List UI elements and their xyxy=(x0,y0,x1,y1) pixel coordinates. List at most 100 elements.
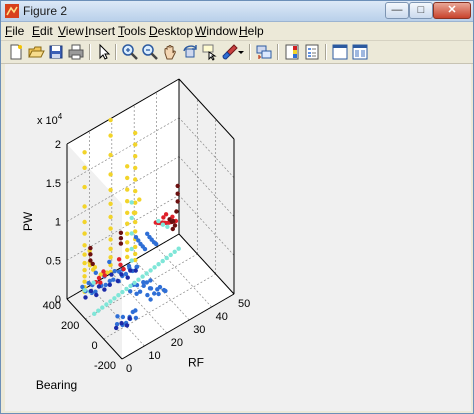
data-point-darkred xyxy=(175,199,180,204)
data-point-darkred xyxy=(174,209,179,214)
data-point-blue xyxy=(163,288,168,294)
data-point-yellow xyxy=(82,260,87,266)
data-point-yellow xyxy=(82,274,87,279)
data-point-cyan xyxy=(129,200,134,205)
data-point-yellow xyxy=(133,130,138,136)
x-tick-label: 30 xyxy=(193,324,205,336)
x-tick-label: 40 xyxy=(216,311,228,323)
data-point-cyan xyxy=(156,262,161,267)
data-point-navy xyxy=(109,272,114,277)
data-point-cyan xyxy=(91,280,96,285)
figure-canvas[interactable]: 0 10 20 30 40 50 -200 0 200 400 0 0.5 1 1.5 2 x 104 PW… xyxy=(5,64,471,411)
data-point-yellow xyxy=(125,221,130,226)
data-point-blue xyxy=(148,297,153,302)
data-point-blue xyxy=(154,241,159,247)
close-button[interactable]: ✕ xyxy=(433,2,471,19)
select-arrow-icon[interactable] xyxy=(95,43,113,61)
data-point-red xyxy=(121,266,126,272)
data-point-navy xyxy=(94,292,99,298)
data-point-blue xyxy=(142,246,148,252)
link-plot-icon[interactable] xyxy=(255,43,273,61)
menu-tools[interactable]: Tools xyxy=(118,24,146,38)
data-cursor-icon[interactable] xyxy=(201,43,219,61)
data-point-yellow xyxy=(108,133,113,138)
data-point-yellow xyxy=(82,184,87,190)
data-point-yellow xyxy=(108,172,113,177)
pan-icon[interactable] xyxy=(161,43,179,61)
box-edge xyxy=(178,78,235,140)
minimize-button[interactable]: — xyxy=(385,2,409,19)
menu-window[interactable]: Window xyxy=(195,24,238,38)
data-point-cyan xyxy=(129,215,134,221)
data-point-cyan xyxy=(172,249,177,254)
y-tick-label: -200 xyxy=(94,360,116,372)
data-point-yellow xyxy=(137,197,142,202)
y-tick-label: 0 xyxy=(92,340,98,352)
x-tick-label: 20 xyxy=(171,337,183,349)
data-point-yellow xyxy=(82,219,87,225)
z-tick-label: 1 xyxy=(55,217,61,229)
data-point-blue xyxy=(93,270,99,275)
menu-desktop[interactable]: Desktop xyxy=(149,24,193,38)
data-point-cyan xyxy=(168,252,173,258)
data-point-cyan xyxy=(120,289,125,295)
zoom-out-icon[interactable] xyxy=(141,43,159,61)
title-bar[interactable]: Figure 2 — □ ✕ xyxy=(1,1,473,22)
data-point-darkred xyxy=(90,261,95,267)
data-point-red xyxy=(98,280,103,285)
data-point-cyan xyxy=(100,305,105,310)
data-point-yellow xyxy=(125,210,130,215)
z-exponent-label: x 104 xyxy=(37,112,63,127)
menu-edit[interactable]: Edit xyxy=(32,24,53,38)
data-point-cyan xyxy=(104,302,109,307)
matlab-figure-icon xyxy=(5,4,19,18)
data-point-yellow xyxy=(133,154,138,159)
menu-file[interactable]: File xyxy=(5,24,24,38)
data-point-blue xyxy=(128,289,133,294)
legend-icon[interactable] xyxy=(303,43,321,61)
open-file-icon[interactable] xyxy=(27,43,45,61)
data-point-cyan xyxy=(140,274,145,279)
menu-help[interactable]: Help xyxy=(239,24,264,38)
data-point-cyan xyxy=(176,246,181,251)
data-point-darkred xyxy=(118,230,124,235)
data-point-cyan xyxy=(116,293,121,298)
zoom-in-icon[interactable] xyxy=(121,43,139,61)
data-point-navy xyxy=(119,321,124,326)
print-icon[interactable] xyxy=(67,43,85,61)
data-point-yellow xyxy=(108,237,113,242)
colorbar-icon[interactable] xyxy=(283,43,301,61)
rotate-3d-icon[interactable] xyxy=(181,43,199,61)
show-plot-tools-icon[interactable] xyxy=(351,43,369,61)
data-point-blue xyxy=(137,289,143,294)
scatter3-axes[interactable]: 01020304050-200020040000.511.52 x 104 PW… xyxy=(5,64,471,411)
hide-plot-tools-icon[interactable] xyxy=(331,43,349,61)
data-point-cyan xyxy=(136,277,141,282)
data-point-red xyxy=(101,269,106,274)
y-axis-label: Bearing xyxy=(36,378,77,392)
data-point-cyan xyxy=(165,224,170,229)
save-icon[interactable] xyxy=(47,43,65,61)
z-tick-label: 0 xyxy=(55,294,61,306)
data-point-yellow xyxy=(108,187,113,193)
menu-insert[interactable]: Insert xyxy=(85,24,115,38)
data-point-darkred xyxy=(88,245,93,251)
data-point-navy xyxy=(96,284,102,289)
x-tick-label: 10 xyxy=(148,350,160,362)
new-figure-icon[interactable] xyxy=(7,43,25,61)
data-point-navy xyxy=(127,316,132,321)
data-point-darkred xyxy=(88,252,93,257)
data-point-yellow xyxy=(108,201,113,206)
axes-grid xyxy=(66,78,235,360)
menu-view[interactable]: View xyxy=(58,24,84,38)
maximize-button[interactable]: □ xyxy=(409,2,433,19)
data-point-cyan xyxy=(132,280,137,285)
z-tick-label: 2 xyxy=(55,139,61,151)
data-point-cyan xyxy=(156,218,161,224)
data-point-yellow xyxy=(82,267,87,273)
data-point-yellow xyxy=(125,199,130,204)
data-point-blue xyxy=(134,264,140,269)
data-point-cyan xyxy=(112,296,117,301)
z-tick-label: 0.5 xyxy=(46,255,61,267)
brush-dropdown-icon[interactable] xyxy=(237,43,245,61)
